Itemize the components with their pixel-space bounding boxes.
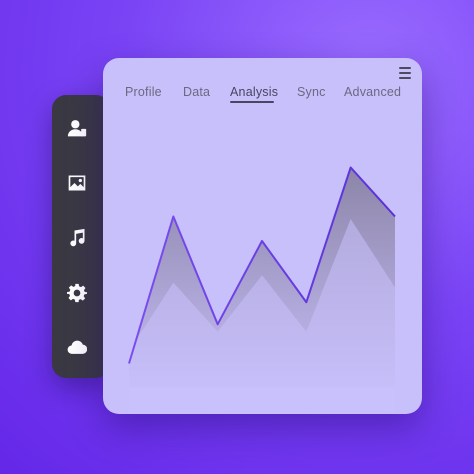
gear-icon: [67, 283, 87, 303]
music-icon: [70, 228, 85, 247]
sidebar-item-cloud[interactable]: [66, 337, 88, 359]
cloud-icon: [67, 340, 87, 354]
sidebar-item-profile[interactable]: [66, 117, 88, 139]
sidebar: [52, 95, 110, 378]
chart-marks: [128, 166, 396, 414]
sidebar-item-settings[interactable]: [66, 282, 88, 304]
analysis-panel: Profile Data Analysis Sync Advanced: [103, 58, 422, 414]
area-chart: [128, 166, 396, 414]
image-icon: [68, 175, 86, 191]
sidebar-item-images[interactable]: [66, 172, 88, 194]
sidebar-item-music[interactable]: [66, 227, 88, 249]
user-icon: [67, 120, 87, 137]
